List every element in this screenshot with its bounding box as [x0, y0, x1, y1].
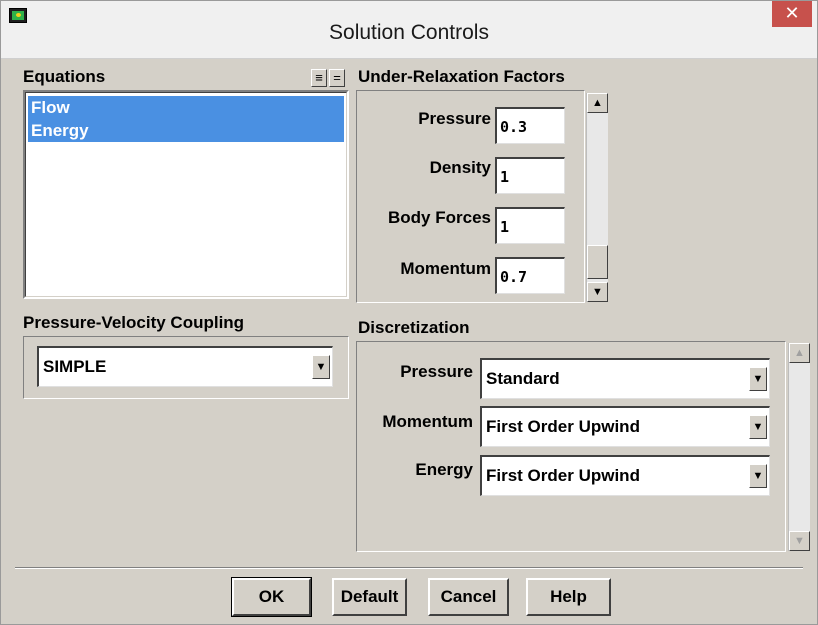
relax-pressure-label: Pressure	[418, 109, 491, 128]
select-all-equations-button[interactable]: ≡	[311, 69, 327, 87]
relax-density-label: Density	[429, 158, 491, 177]
cancel-button[interactable]: Cancel	[428, 578, 509, 616]
deselect-all-equations-button[interactable]: =	[329, 69, 345, 87]
disc-momentum-label: Momentum	[382, 412, 473, 431]
disc-energy-select[interactable]: First Order Upwind ▼	[480, 455, 770, 496]
pressure-velocity-coupling-label: Pressure-Velocity Coupling	[23, 313, 245, 332]
relax-body-forces-input[interactable]: 1	[495, 207, 565, 244]
window-title: Solution Controls	[329, 21, 489, 44]
coupling-selected-value: SIMPLE	[43, 357, 107, 376]
arrow-up-icon[interactable]: ▲	[587, 93, 608, 113]
disc-pressure-select[interactable]: Standard ▼	[480, 358, 770, 399]
arrow-down-icon[interactable]: ▼	[587, 282, 608, 302]
solution-controls-dialog: Solution Controls ✕ Equations ≡ = Flow E…	[0, 0, 818, 625]
relaxation-scroll-thumb[interactable]	[587, 245, 608, 279]
chevron-down-icon[interactable]: ▼	[749, 367, 767, 391]
help-button[interactable]: Help	[526, 578, 611, 616]
default-button[interactable]: Default	[332, 578, 407, 616]
title-bar: Solution Controls ✕	[1, 1, 817, 59]
disc-momentum-value: First Order Upwind	[486, 417, 640, 436]
equations-label: Equations	[23, 67, 106, 86]
under-relaxation-label: Under-Relaxation Factors	[358, 67, 565, 86]
discretization-scrollbar[interactable]: ▲ ▼	[788, 343, 810, 551]
discretization-label: Discretization	[358, 318, 470, 337]
equation-item-energy[interactable]: Energy	[28, 119, 344, 142]
equations-list[interactable]: Flow Energy	[23, 90, 349, 299]
relax-momentum-label: Momentum	[400, 259, 491, 278]
relax-body-forces-label: Body Forces	[388, 208, 491, 227]
select-all-icon: ≡	[315, 70, 323, 85]
relax-density-input[interactable]: 1	[495, 157, 565, 194]
chevron-down-icon[interactable]: ▼	[312, 355, 330, 379]
deselect-all-icon: =	[333, 70, 341, 85]
disc-energy-label: Energy	[415, 460, 473, 479]
equation-item-flow[interactable]: Flow	[28, 96, 344, 119]
chevron-down-icon[interactable]: ▼	[749, 464, 767, 488]
chevron-down-icon[interactable]: ▼	[749, 415, 767, 439]
pressure-velocity-coupling-select[interactable]: SIMPLE ▼	[37, 346, 333, 387]
disc-pressure-label: Pressure	[400, 362, 473, 381]
disc-pressure-value: Standard	[486, 369, 560, 388]
relaxation-scrollbar[interactable]: ▲ ▼	[586, 93, 608, 302]
close-button[interactable]: ✕	[772, 1, 812, 27]
arrow-down-icon[interactable]: ▼	[789, 531, 810, 551]
arrow-up-icon[interactable]: ▲	[789, 343, 810, 363]
ok-button[interactable]: OK	[231, 577, 312, 617]
disc-energy-value: First Order Upwind	[486, 466, 640, 485]
close-icon: ✕	[784, 3, 800, 23]
relax-momentum-input[interactable]: 0.7	[495, 257, 565, 294]
relax-pressure-input[interactable]: 0.3	[495, 107, 565, 144]
disc-momentum-select[interactable]: First Order Upwind ▼	[480, 406, 770, 447]
footer-separator	[15, 567, 803, 569]
